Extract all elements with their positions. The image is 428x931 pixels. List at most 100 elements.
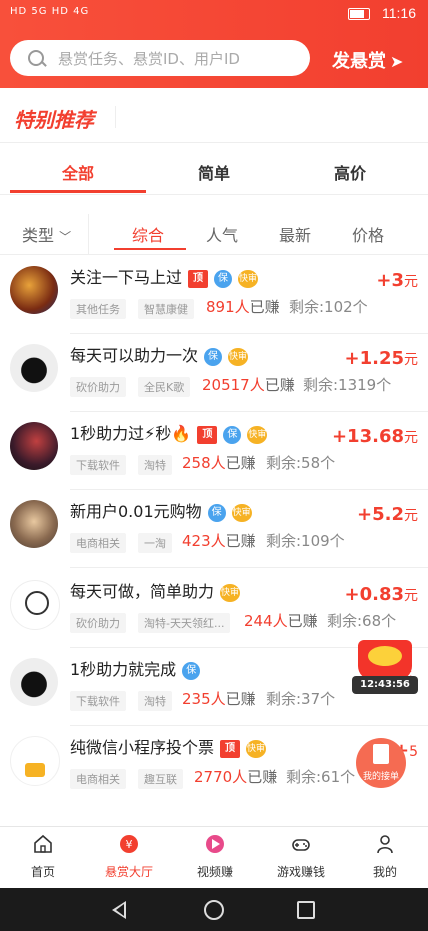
earned-suffix: 已赚	[249, 298, 280, 316]
task-title-wrap: 1秒助力过⚡秒🔥 顶保快审	[70, 420, 268, 444]
category-tabs: 全部 简单 高价	[0, 155, 428, 195]
video-play-icon	[206, 835, 224, 853]
type-label: 类型	[22, 226, 55, 245]
document-icon	[373, 744, 389, 764]
reward-unit: 元	[404, 508, 418, 524]
sort-comprehensive[interactable]: 综合	[132, 222, 164, 246]
earned-number: 423人	[182, 532, 226, 550]
remaining-count: 剩余:1319个	[303, 376, 392, 394]
avatar	[10, 580, 60, 630]
yuan-coin-icon: ¥	[120, 835, 138, 853]
task-title: 1秒助力就完成	[70, 660, 177, 679]
my-orders-label: 我的接单	[362, 772, 399, 782]
search-bar[interactable]	[10, 40, 310, 76]
earned-count: 891人已赚	[206, 296, 280, 317]
task-title-wrap: 新用户0.01元购物保快审	[70, 498, 252, 522]
red-envelope-icon	[358, 640, 412, 680]
remaining-count: 剩余:37个	[266, 690, 336, 708]
task-row[interactable]: 每天可以助力一次保快审 砍价助力 全民K歌 20517人已赚 剩余:1319个 …	[0, 334, 428, 412]
task-title: 1秒助力过⚡秒🔥	[70, 424, 192, 443]
status-bar: HD 5G HD 4G 11:16	[0, 0, 428, 28]
task-title: 关注一下马上过	[70, 268, 183, 287]
post-bounty-button[interactable]: 发悬赏 ➤	[332, 47, 403, 73]
nav-video-earn[interactable]: 视频赚	[172, 827, 258, 889]
category-tag: 砍价助力	[70, 613, 126, 633]
app-tag: 全民K歌	[138, 377, 191, 397]
post-bounty-label: 发悬赏	[332, 51, 386, 72]
reward-value: +13.68	[331, 426, 404, 447]
search-icon	[28, 50, 44, 66]
avatar	[10, 266, 58, 314]
reward-unit: 元	[404, 430, 418, 446]
fast-review-badge: 快审	[220, 583, 241, 602]
avatar	[10, 344, 58, 392]
remaining-count: 剩余:61个	[286, 768, 356, 786]
app-tag: 淘特-天天领红...	[138, 613, 231, 633]
guarantee-badge: 保	[182, 661, 201, 680]
user-icon	[377, 835, 393, 854]
guarantee-badge: 保	[204, 347, 223, 366]
nav-game-earn-label: 游戏赚钱	[276, 865, 325, 879]
nav-bounty-hall[interactable]: ¥ 悬赏大厅	[86, 827, 172, 889]
type-dropdown[interactable]: 类型 ﹀	[22, 222, 71, 246]
my-orders-button[interactable]: 我的接单	[356, 738, 406, 788]
battery-icon	[348, 8, 370, 20]
task-row[interactable]: 新用户0.01元购物保快审 电商相关 一淘 423人已赚 剩余:109个 +5.…	[0, 490, 428, 568]
task-title-wrap: 纯微信小程序投个票顶快审	[70, 734, 267, 758]
svg-text:¥: ¥	[126, 838, 133, 851]
nav-bounty-hall-label: 悬赏大厅	[104, 865, 153, 879]
reward-amount: +1.25元	[345, 348, 419, 369]
category-tag: 其他任务	[70, 299, 126, 319]
nav-game-earn[interactable]: 游戏赚钱	[258, 827, 344, 889]
featured-title[interactable]: 特别推荐	[14, 104, 94, 133]
earned-number: 891人	[206, 298, 250, 316]
sort-newest[interactable]: 最新	[279, 222, 311, 246]
task-row[interactable]: 关注一下马上过顶保快审 其他任务 智慧康健 891人已赚 剩余:102个 +3元	[0, 256, 428, 334]
task-title: 新用户0.01元购物	[70, 502, 202, 521]
task-row[interactable]: 每天可做，简单助力 快审 砍价助力 淘特-天天领红... 244人已赚 剩余:68…	[0, 570, 428, 648]
reward-amount: +13.68元	[332, 426, 418, 447]
reward-unit: 5	[409, 744, 418, 760]
task-title-wrap: 每天可以助力一次保快审	[70, 342, 249, 366]
featured-divider	[115, 106, 116, 128]
top-badge: 顶	[188, 269, 209, 288]
tab-all[interactable]: 全部	[28, 160, 128, 184]
signal-indicators: HD 5G HD 4G	[10, 6, 90, 17]
chevron-down-icon: ﹀	[59, 230, 72, 244]
reward-unit: 元	[404, 352, 418, 368]
nav-mine[interactable]: 我的	[342, 827, 428, 889]
task-title: 每天可做，简单助力	[70, 582, 215, 601]
search-input[interactable]	[56, 46, 300, 72]
home-icon	[34, 834, 52, 853]
divider	[0, 194, 428, 195]
category-tag: 砍价助力	[70, 377, 126, 397]
earned-number: 235人	[182, 690, 226, 708]
task-row[interactable]: 1秒助力过⚡秒🔥 顶保快审 下载软件 淘特 258人已赚 剩余:58个 +13.6…	[0, 412, 428, 490]
sort-popularity[interactable]: 人气	[206, 222, 238, 246]
recents-icon[interactable]	[297, 901, 315, 919]
sort-filters: 类型 ﹀ 综合 人气 最新 价格	[0, 214, 428, 250]
nav-mine-label: 我的	[372, 865, 397, 879]
sort-price[interactable]: 价格	[352, 222, 384, 246]
earned-count: 423人已赚	[182, 530, 256, 551]
tab-high-price[interactable]: 高价	[300, 160, 400, 184]
earned-suffix: 已赚	[264, 376, 295, 394]
back-icon[interactable]	[112, 901, 126, 919]
reward-value: +0.83	[344, 584, 405, 605]
remaining-count: 剩余:68个	[327, 612, 397, 630]
filter-active-indicator	[114, 248, 186, 250]
fast-review-badge: 快审	[246, 739, 267, 758]
divider	[0, 254, 428, 255]
paper-plane-icon: ➤	[390, 52, 404, 71]
earned-number: 20517人	[202, 376, 265, 394]
divider	[0, 142, 428, 143]
home-circle-icon[interactable]	[204, 900, 224, 920]
remaining-count: 剩余:102个	[289, 298, 368, 316]
tab-simple[interactable]: 简单	[164, 160, 264, 184]
app-tag: 智慧康健	[138, 299, 194, 319]
filter-divider	[88, 214, 89, 254]
gamepad-icon	[292, 839, 310, 851]
red-packet-timer[interactable]: 12:43:56	[352, 640, 418, 696]
guarantee-badge: 保	[214, 269, 233, 288]
nav-home[interactable]: 首页	[0, 827, 86, 889]
